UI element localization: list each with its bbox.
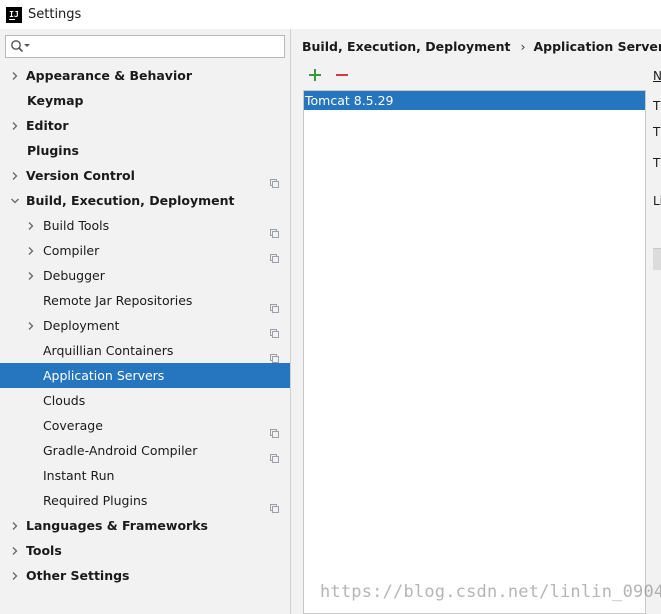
server-list-item[interactable]: Tomcat 8.5.29 <box>304 91 645 110</box>
chevron-right-icon[interactable] <box>26 238 36 263</box>
chevron-right-icon[interactable] <box>10 513 20 538</box>
settings-search-box[interactable] <box>5 35 285 58</box>
window-title: Settings <box>28 7 82 22</box>
tree-item-label: Application Servers <box>43 368 165 383</box>
tree-item-deployment[interactable]: Deployment <box>0 313 290 338</box>
settings-navigation-panel: Appearance & Behavior Keymap Editor Plugins… <box>0 29 291 614</box>
intellij-app-icon: IJ <box>6 6 22 23</box>
tree-item-label: Arquillian Containers <box>43 343 174 358</box>
minus-icon <box>336 74 348 76</box>
tree-item-debugger[interactable]: Debugger <box>0 263 290 288</box>
clipped-libraries-list[interactable] <box>653 248 661 270</box>
tree-item-label: Compiler <box>43 243 100 258</box>
project-level-icon <box>270 321 279 338</box>
clipped-label-3: T <box>653 156 661 170</box>
chevron-right-icon[interactable] <box>26 313 36 338</box>
project-level-icon <box>270 171 279 188</box>
search-input[interactable] <box>32 38 280 55</box>
plus-icon <box>309 69 321 81</box>
chevron-right-icon[interactable] <box>10 113 20 138</box>
tree-item-label: Instant Run <box>43 468 115 483</box>
tree-item-label: Appearance & Behavior <box>26 68 192 83</box>
tree-item-label: Build, Execution, Deployment <box>26 193 235 208</box>
tree-item-label: Plugins <box>27 143 79 158</box>
settings-tree: Appearance & Behavior Keymap Editor Plugins… <box>0 63 290 588</box>
tree-item-keymap[interactable]: Keymap <box>0 88 290 113</box>
chevron-down-icon[interactable] <box>10 188 20 213</box>
project-level-icon <box>270 496 279 513</box>
chevron-right-icon[interactable] <box>26 213 36 238</box>
tree-item-tools[interactable]: Tools <box>0 538 290 563</box>
tree-item-label: Keymap <box>27 93 84 108</box>
tree-item-label: Editor <box>26 118 69 133</box>
tree-item-label: Debugger <box>43 268 105 283</box>
tree-item-label: Other Settings <box>26 568 130 583</box>
tree-item-arquillian-containers[interactable]: Arquillian Containers <box>0 338 290 363</box>
project-level-icon <box>270 446 279 463</box>
chevron-right-icon[interactable] <box>26 263 36 288</box>
tree-item-label: Gradle-Android Compiler <box>43 443 198 458</box>
tree-item-version-control[interactable]: Version Control <box>0 163 290 188</box>
tree-item-label: Required Plugins <box>43 493 148 508</box>
project-level-icon <box>270 221 279 238</box>
chevron-right-icon[interactable] <box>10 563 20 588</box>
application-servers-page: Build, Execution, Deployment › Applicati… <box>292 29 661 614</box>
tree-item-label: Tools <box>26 543 62 558</box>
clipped-label-libraries: Li <box>653 194 661 208</box>
clipped-details-panel: N T T T Li <box>653 29 661 614</box>
tree-item-plugins[interactable]: Plugins <box>0 138 290 163</box>
tree-item-label: Deployment <box>43 318 120 333</box>
tree-item-languages-and-frameworks[interactable]: Languages & Frameworks <box>0 513 290 538</box>
tree-item-label: Version Control <box>26 168 135 183</box>
server-list[interactable]: Tomcat 8.5.29 <box>303 90 646 614</box>
tree-item-label: Languages & Frameworks <box>26 518 208 533</box>
project-level-icon <box>270 246 279 263</box>
tree-item-application-servers[interactable]: Application Servers <box>0 363 290 388</box>
tree-item-required-plugins[interactable]: Required Plugins <box>0 488 290 513</box>
breadcrumb-current: Application Servers <box>533 39 661 54</box>
clipped-label-name: N <box>653 69 661 83</box>
breadcrumb-separator-icon: › <box>520 39 526 54</box>
tree-item-build-execution-deployment[interactable]: Build, Execution, Deployment <box>0 188 290 213</box>
tree-item-label: Clouds <box>43 393 86 408</box>
chevron-right-icon[interactable] <box>10 538 20 563</box>
project-level-icon <box>270 421 279 438</box>
breadcrumb-parent[interactable]: Build, Execution, Deployment <box>302 39 510 54</box>
project-level-icon <box>270 346 279 363</box>
watermark-text: https://blog.csdn.net/linlin_0904 <box>320 582 661 602</box>
tree-item-build-tools[interactable]: Build Tools <box>0 213 290 238</box>
breadcrumb: Build, Execution, Deployment › Applicati… <box>302 39 661 54</box>
tree-item-instant-run[interactable]: Instant Run <box>0 463 290 488</box>
chevron-right-icon[interactable] <box>10 163 20 188</box>
clipped-label-2: T <box>653 125 661 139</box>
tree-item-other-settings[interactable]: Other Settings <box>0 563 290 588</box>
tree-item-label: Build Tools <box>43 218 110 233</box>
remove-server-button[interactable] <box>334 67 350 83</box>
search-icon[interactable] <box>10 39 32 54</box>
add-server-button[interactable] <box>307 67 323 83</box>
tree-item-remote-jar-repositories[interactable]: Remote Jar Repositories <box>0 288 290 313</box>
tree-item-compiler[interactable]: Compiler <box>0 238 290 263</box>
chevron-right-icon[interactable] <box>10 63 20 88</box>
tree-item-label: Coverage <box>43 418 103 433</box>
tree-item-label: Remote Jar Repositories <box>43 293 193 308</box>
tree-item-coverage[interactable]: Coverage <box>0 413 290 438</box>
clipped-label-1: T <box>653 99 661 113</box>
tree-item-appearance-and-behavior[interactable]: Appearance & Behavior <box>0 63 290 88</box>
tree-item-editor[interactable]: Editor <box>0 113 290 138</box>
title-bar: IJ Settings <box>0 0 661 29</box>
tree-item-clouds[interactable]: Clouds <box>0 388 290 413</box>
tree-item-gradle-android-compiler[interactable]: Gradle-Android Compiler <box>0 438 290 463</box>
project-level-icon <box>270 296 279 313</box>
